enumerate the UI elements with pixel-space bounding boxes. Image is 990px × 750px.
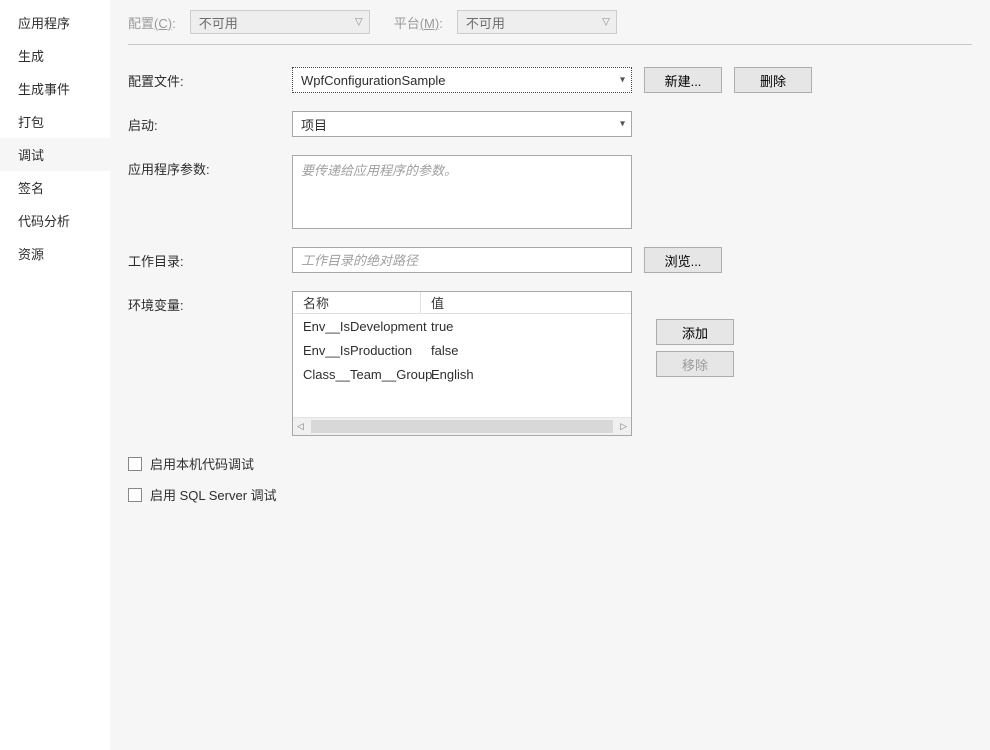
args-input[interactable] (292, 155, 632, 229)
platform-select: 不可用 ▽ (457, 10, 617, 34)
launch-select[interactable]: 项目 ▾ (292, 111, 632, 137)
sidebar-item-debug[interactable]: 调试 (0, 138, 110, 171)
sql-debug-label: 启用 SQL Server 调试 (150, 485, 277, 504)
sql-debug-checkbox[interactable] (128, 488, 142, 502)
launch-label: 启动: (128, 111, 292, 134)
sidebar-item-code-analysis[interactable]: 代码分析 (0, 204, 110, 237)
workdir-input[interactable] (292, 247, 632, 273)
native-debug-checkbox[interactable] (128, 457, 142, 471)
delete-profile-button[interactable]: 删除 (734, 67, 812, 93)
table-row[interactable]: Env__IsProduction false (293, 338, 631, 362)
sidebar-item-signing[interactable]: 签名 (0, 171, 110, 204)
scroll-right-icon[interactable]: ▷ (620, 421, 627, 432)
horizontal-scrollbar[interactable]: ◁ ▷ (293, 417, 631, 435)
scroll-track[interactable] (311, 420, 613, 433)
browse-button[interactable]: 浏览... (644, 247, 722, 273)
platform-label: 平台(M): (394, 13, 443, 32)
sidebar-item-resources[interactable]: 资源 (0, 237, 110, 270)
config-select: 不可用 ▽ (190, 10, 370, 34)
config-platform-bar: 配置(C): 不可用 ▽ 平台(M): 不可用 ▽ (128, 10, 972, 45)
env-col-name[interactable]: 名称 (293, 292, 421, 313)
env-label: 环境变量: (128, 291, 292, 314)
sidebar-item-build-events[interactable]: 生成事件 (0, 72, 110, 105)
chevron-down-icon: ▽ (355, 17, 363, 28)
sidebar: 应用程序 生成 生成事件 打包 调试 签名 代码分析 资源 (0, 0, 110, 750)
chevron-down-icon: ▾ (620, 75, 625, 86)
profile-select[interactable]: WpfConfigurationSample ▾ (292, 67, 632, 93)
env-col-value[interactable]: 值 (421, 292, 631, 313)
native-debug-label: 启用本机代码调试 (150, 454, 254, 473)
table-row[interactable]: Env__IsDevelopment true (293, 314, 631, 338)
scroll-left-icon[interactable]: ◁ (297, 421, 304, 432)
chevron-down-icon: ▾ (620, 119, 625, 130)
sidebar-item-build[interactable]: 生成 (0, 39, 110, 72)
env-variables-table: 名称 值 Env__IsDevelopment true Env__IsProd… (292, 291, 632, 436)
add-env-button[interactable]: 添加 (656, 319, 734, 345)
workdir-label: 工作目录: (128, 247, 292, 270)
args-label: 应用程序参数: (128, 155, 292, 178)
sidebar-item-application[interactable]: 应用程序 (0, 6, 110, 39)
content-pane: 配置(C): 不可用 ▽ 平台(M): 不可用 ▽ 配置文件: WpfConfi… (110, 0, 990, 750)
table-row[interactable]: Class__Team__Group English (293, 362, 631, 386)
chevron-down-icon: ▽ (602, 17, 610, 28)
remove-env-button[interactable]: 移除 (656, 351, 734, 377)
profile-label: 配置文件: (128, 67, 292, 90)
sidebar-item-package[interactable]: 打包 (0, 105, 110, 138)
config-label: 配置(C): (128, 13, 176, 32)
new-profile-button[interactable]: 新建... (644, 67, 722, 93)
